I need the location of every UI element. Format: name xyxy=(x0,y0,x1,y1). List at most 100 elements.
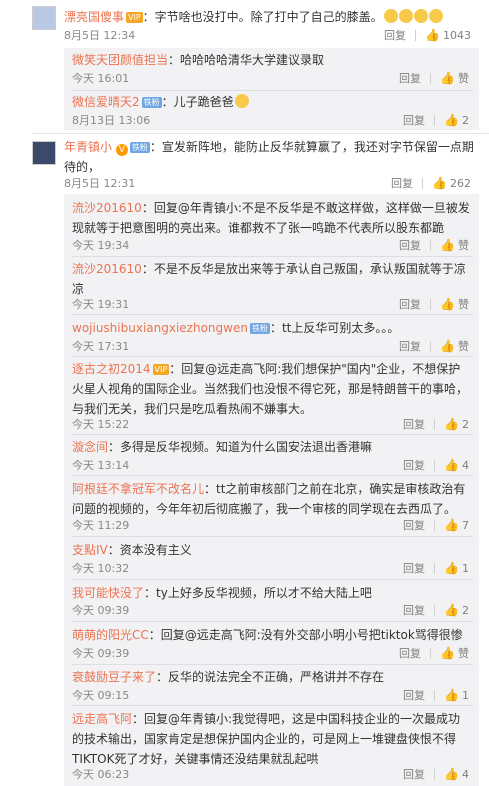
divider xyxy=(430,340,431,352)
comment-text: 年青镇小 V 铁粉 ：宣发新阵地，能防止反华就算赢了，我还对字节保留一点期 待的， xyxy=(64,137,479,177)
reply-button[interactable]: 回复 xyxy=(399,296,421,312)
divider xyxy=(430,298,431,310)
divider xyxy=(434,459,435,471)
reply-text: 阿根廷不拿冠军不改名儿：tt之前审核部门之前在北京，确实是审核政治有 问题的视频… xyxy=(72,479,473,519)
thumbs-up-icon[interactable]: 👍 xyxy=(432,177,447,189)
thumbs-up-icon[interactable]: 👍 xyxy=(425,29,440,41)
thumbs-up-icon[interactable]: 👍 xyxy=(440,239,455,251)
thumbs-up-icon[interactable]: 👍 xyxy=(444,114,459,126)
reply-button[interactable]: 回复 xyxy=(399,338,421,354)
reply-button[interactable]: 回复 xyxy=(403,517,425,533)
reply-text: 流沙201610：不是不反华是放出来等于承认自己叛国，承认叛国就等于凉 凉 xyxy=(72,259,473,299)
like-button[interactable]: 赞 xyxy=(458,338,469,354)
thumbs-up-icon[interactable]: 👍 xyxy=(440,298,455,310)
like-button[interactable]: 赞 xyxy=(458,70,469,86)
reply-button[interactable]: 回复 xyxy=(403,112,425,128)
thumbs-up-icon[interactable]: 👍 xyxy=(444,519,459,531)
reply-button[interactable]: 回复 xyxy=(384,27,406,43)
reply-text: 逐古之初2014 VIP ：回复@远走高飞阿:我们想保护"国内"企业，不想保护 火星… xyxy=(72,359,473,419)
reply-time: 今天 19:34 xyxy=(72,239,130,252)
reply-body: ：ty上好多反华视频，所以才不给大陆上吧 xyxy=(144,586,372,600)
thumbs-up-icon[interactable]: 👍 xyxy=(444,459,459,471)
thumbs-up-icon[interactable]: 👍 xyxy=(444,689,459,701)
reply-button[interactable]: 回复 xyxy=(399,70,421,86)
reply-meta: 今天 19:31 回复 👍 赞 xyxy=(72,296,473,314)
reply-divider xyxy=(72,314,473,315)
reply-button[interactable]: 回复 xyxy=(403,560,425,576)
avatar[interactable] xyxy=(32,6,56,30)
reply-time: 今天 17:31 xyxy=(72,340,130,353)
reply-divider xyxy=(72,536,473,537)
like-button[interactable]: 赞 xyxy=(458,237,469,253)
reply-user[interactable]: 逐古之初2014 xyxy=(72,362,151,376)
divider xyxy=(434,689,435,701)
vip-badge: VIP xyxy=(126,12,143,23)
reply-meta: 今天 19:34 回复 👍 赞 xyxy=(72,237,473,255)
reply-user[interactable]: 漩念间 xyxy=(72,440,108,454)
reply-button[interactable]: 回复 xyxy=(399,645,421,661)
reply-meta: 今天 13:14 回复 👍 4 xyxy=(72,457,473,475)
comment-time: 8月5日 12:34 xyxy=(64,29,136,42)
like-count: 4 xyxy=(462,458,469,472)
thumbs-up-icon[interactable]: 👍 xyxy=(444,562,459,574)
reply-body-cont: 凉 xyxy=(72,282,85,296)
avatar[interactable] xyxy=(32,141,56,165)
reply-user[interactable]: 流沙201610 xyxy=(72,262,142,276)
reply-user[interactable]: wojiushibuxiangxiezhongwen xyxy=(72,321,248,335)
divider xyxy=(430,72,431,84)
thumbs-up-icon[interactable]: 👍 xyxy=(444,418,459,430)
thumbs-up-icon[interactable]: 👍 xyxy=(440,340,455,352)
comment-user[interactable]: 年青镇小 xyxy=(64,140,112,154)
like-count: 1 xyxy=(462,561,469,575)
reply-button[interactable]: 回复 xyxy=(403,602,425,618)
reply-user[interactable]: 微笑天团颜值担当 xyxy=(72,53,168,67)
reply-button[interactable]: 回复 xyxy=(391,175,413,191)
reply-button[interactable]: 回复 xyxy=(403,687,425,703)
reply-body: ：tt上反华可别太多。。。 xyxy=(269,321,400,335)
reply-body: ：tt之前审核部门之前在北京，确实是审核政治有 xyxy=(204,482,466,496)
reply-divider xyxy=(72,621,473,622)
reply-user[interactable]: 支點IV xyxy=(72,543,108,557)
like-count: 1043 xyxy=(443,28,471,42)
thumbs-up-icon[interactable]: 👍 xyxy=(440,647,455,659)
divider xyxy=(422,177,423,189)
like-count: 262 xyxy=(450,176,471,190)
reply-button[interactable]: 回复 xyxy=(403,457,425,473)
comment-body-cont: 待的， xyxy=(64,160,101,174)
reply-meta: 今天 09:15 回复 👍 1 xyxy=(72,687,473,705)
thumbs-up-icon[interactable]: 👍 xyxy=(444,604,459,616)
reply-time: 今天 16:01 xyxy=(72,72,130,85)
reply-time: 今天 10:32 xyxy=(72,562,130,575)
reply-user[interactable]: 衰鼓励豆子来了 xyxy=(72,670,156,684)
reply-text: 衰鼓励豆子来了：反华的说法完全不正确，严格讲并不存在 xyxy=(72,667,473,687)
like-button[interactable]: 赞 xyxy=(458,645,469,661)
comment-meta: 8月5日 12:34 回复 👍 1043 xyxy=(64,27,479,45)
reply-body-cont: 问题的视频的，今年年初后彻底搬了，我一个审核的同学现在去西瓜了。 xyxy=(72,502,457,516)
like-button[interactable]: 赞 xyxy=(458,296,469,312)
thumbs-up-icon[interactable]: 👍 xyxy=(444,768,459,780)
like-count: 4 xyxy=(462,767,469,781)
reply-user[interactable]: 阿根廷不拿冠军不改名儿 xyxy=(72,482,204,496)
reply-body: ：回复@年青镇小:我觉得吧，这是中国科技企业的一次最成功 xyxy=(132,712,461,726)
reply-list: 流沙201610：回复@年青镇小:不是不反华是不敢这样做，这样做一旦被发 现就等… xyxy=(64,194,479,786)
reply-button[interactable]: 回复 xyxy=(399,237,421,253)
reply-text: 支點IV：资本没有主义 xyxy=(72,540,473,560)
reply-meta: 今天 10:32 回复 👍 1 xyxy=(72,560,473,578)
reply-meta: 今天 15:22 回复 👍 2 xyxy=(72,416,473,434)
reply-user[interactable]: 微信爱晴天2 xyxy=(72,95,140,109)
reply-time: 今天 19:31 xyxy=(72,298,130,311)
reply-divider xyxy=(72,434,473,435)
reply-user[interactable]: 远走高飞阿 xyxy=(72,712,132,726)
reply-time: 今天 09:39 xyxy=(72,604,130,617)
reply-user[interactable]: 流沙201610 xyxy=(72,201,142,215)
reply-divider xyxy=(72,579,473,580)
reply-user[interactable]: 萌萌的阳光CC xyxy=(72,628,149,642)
divider xyxy=(434,604,435,616)
comment-user[interactable]: 漂亮国傻事 xyxy=(64,10,124,24)
reply-user[interactable]: 我可能快没了 xyxy=(72,586,144,600)
reply-body: ：回复@年青镇小:不是不反华是不敢这样做，这样做一旦被发 xyxy=(141,201,470,215)
reply-button[interactable]: 回复 xyxy=(403,416,425,432)
reply-body-cont: 火星人视角的国际企业。当然我们也没恨不得它死，那是特朗普干的事哈， xyxy=(72,382,469,396)
reply-button[interactable]: 回复 xyxy=(403,766,425,782)
thumbs-up-icon[interactable]: 👍 xyxy=(440,72,455,84)
